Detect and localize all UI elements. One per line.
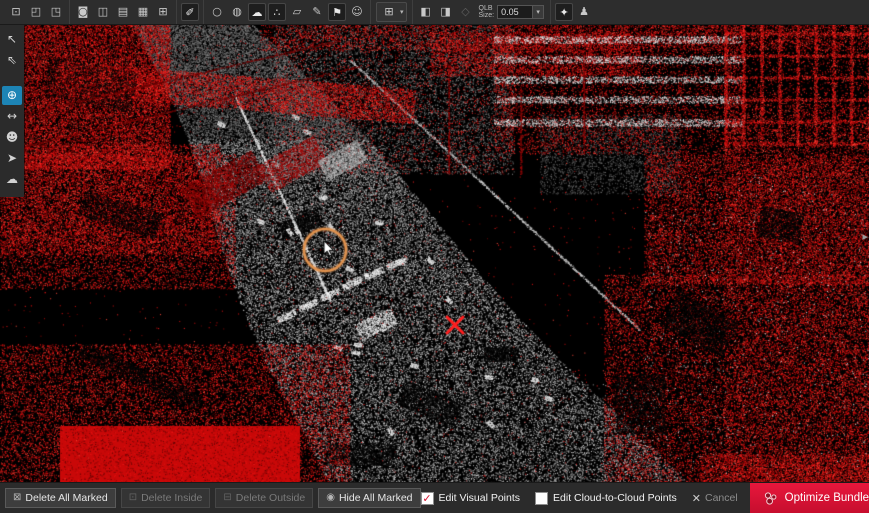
point-cluster-icon [763, 491, 778, 506]
brush-select-icon[interactable]: ⊕ [2, 86, 22, 105]
edit-visual-points-checkbox[interactable]: ✓ Edit Visual Points [421, 492, 521, 505]
edit-cloud-to-cloud-label: Edit Cloud-to-Cloud Points [553, 492, 677, 504]
checkbox-checked-icon: ✓ [421, 492, 434, 505]
qlb-size-spinner[interactable]: ▾ [533, 5, 544, 19]
chevron-down-icon: ▾ [400, 8, 404, 16]
range-measure-icon[interactable]: ↔ [2, 107, 22, 126]
hide-all-marked-button[interactable]: ◉ Hide All Marked [318, 488, 420, 508]
cloud-tool-icon[interactable]: ☁ [2, 170, 22, 189]
cube-view-icon[interactable]: ◧ [417, 3, 435, 21]
layout-grid-icon[interactable]: ⊞ [154, 3, 172, 21]
cube-wire-icon[interactable]: ◇ [457, 3, 475, 21]
optimize-bundle-label: Optimize Bundle [785, 492, 869, 504]
delete-all-marked-button[interactable]: ⊠ Delete All Marked [5, 488, 116, 508]
qlb-size-label: QLBSize: [479, 5, 495, 20]
plane-tool-icon[interactable]: ▱ [288, 3, 306, 21]
delete-outside-button[interactable]: ⊟ Delete Outside [215, 488, 313, 508]
fit-screen-icon[interactable]: ⊡ [7, 3, 25, 21]
delete-inside-label: Delete Inside [141, 492, 202, 504]
edit-visual-points-label: Edit Visual Points [439, 492, 521, 504]
user-view-icon[interactable]: ♟ [575, 3, 593, 21]
close-icon: ✕ [692, 492, 701, 505]
ring-select-icon[interactable]: ○ [208, 3, 226, 21]
cancel-button[interactable]: ✕ Cancel [692, 492, 738, 505]
add-scan-position-icon[interactable]: ☺ [348, 3, 366, 21]
sphere-select-icon[interactable]: ◍ [228, 3, 246, 21]
placemark-icon[interactable]: ⚑ [328, 3, 346, 21]
thumbnail-grid-icon[interactable]: ▦ [134, 3, 152, 21]
select-marked-arrow-icon[interactable]: ⇖ [2, 51, 22, 70]
delete-inside-icon: ⊡ [129, 493, 137, 503]
delete-inside-button[interactable]: ⊡ Delete Inside [121, 488, 211, 508]
zoom-extents-icon[interactable]: ◳ [47, 3, 65, 21]
hide-all-marked-icon: ◉ [326, 493, 335, 503]
view-layout-dropdown-icon: ⊞ [380, 3, 398, 21]
fly-mode-icon[interactable]: ➤ [2, 149, 22, 168]
panel-expand-arrow[interactable]: ▸ [862, 230, 868, 243]
delete-all-marked-icon: ⊠ [13, 493, 21, 503]
viewport-3d[interactable]: ▸ [0, 24, 869, 483]
image-strip-icon[interactable]: ▤ [114, 3, 132, 21]
point-cloud-canvas[interactable] [0, 24, 869, 483]
qlb-size-control: QLBSize:0.05▾ [479, 5, 545, 20]
cloud-align-icon[interactable]: ☁ [248, 3, 266, 21]
delete-all-marked-label: Delete All Marked [25, 492, 107, 504]
cube-faces-icon[interactable]: ◨ [437, 3, 455, 21]
checkbox-unchecked-icon [535, 492, 548, 505]
bottom-bar: ⊠ Delete All Marked ⊡ Delete Inside ⊟ De… [0, 483, 869, 513]
top-toolbar: ⊡◰◳◙◫▤▦⊞✐○◍☁∴▱✎⚑☺⊞▾◧◨◇QLBSize:0.05▾✦♟ [0, 0, 869, 24]
bottom-bar-right-group: ✓ Edit Visual Points Edit Cloud-to-Cloud… [421, 483, 869, 513]
select-arrow-icon[interactable]: ↖ [2, 30, 22, 49]
marker-pen-icon[interactable]: ✐ [181, 3, 199, 21]
lamp-tool-icon[interactable]: ✦ [555, 3, 573, 21]
split-columns-icon[interactable]: ◫ [94, 3, 112, 21]
edit-cloud-to-cloud-checkbox[interactable]: Edit Cloud-to-Cloud Points [535, 492, 677, 505]
application-window: ⊡◰◳◙◫▤▦⊞✐○◍☁∴▱✎⚑☺⊞▾◧◨◇QLBSize:0.05▾✦♟ ↖⇖… [0, 0, 869, 513]
delete-outside-label: Delete Outside [236, 492, 305, 504]
point-cloud-icon[interactable]: ∴ [268, 3, 286, 21]
panorama-view-icon[interactable]: ☻ [2, 128, 22, 147]
view-layout-dropdown[interactable]: ⊞▾ [376, 2, 407, 22]
hide-all-marked-label: Hide All Marked [339, 492, 413, 504]
delete-outside-icon: ⊟ [223, 493, 231, 503]
camera-capture-icon[interactable]: ◙ [74, 3, 92, 21]
optimize-bundle-button[interactable]: Optimize Bundle [750, 483, 869, 513]
cancel-label: Cancel [705, 492, 738, 504]
left-toolbar: ↖ ⇖ ⊕ ↔ ☻ ➤ ☁ [0, 24, 24, 197]
qlb-size-input[interactable]: 0.05 [497, 5, 533, 19]
draw-polyline-icon[interactable]: ✎ [308, 3, 326, 21]
zoom-region-icon[interactable]: ◰ [27, 3, 45, 21]
